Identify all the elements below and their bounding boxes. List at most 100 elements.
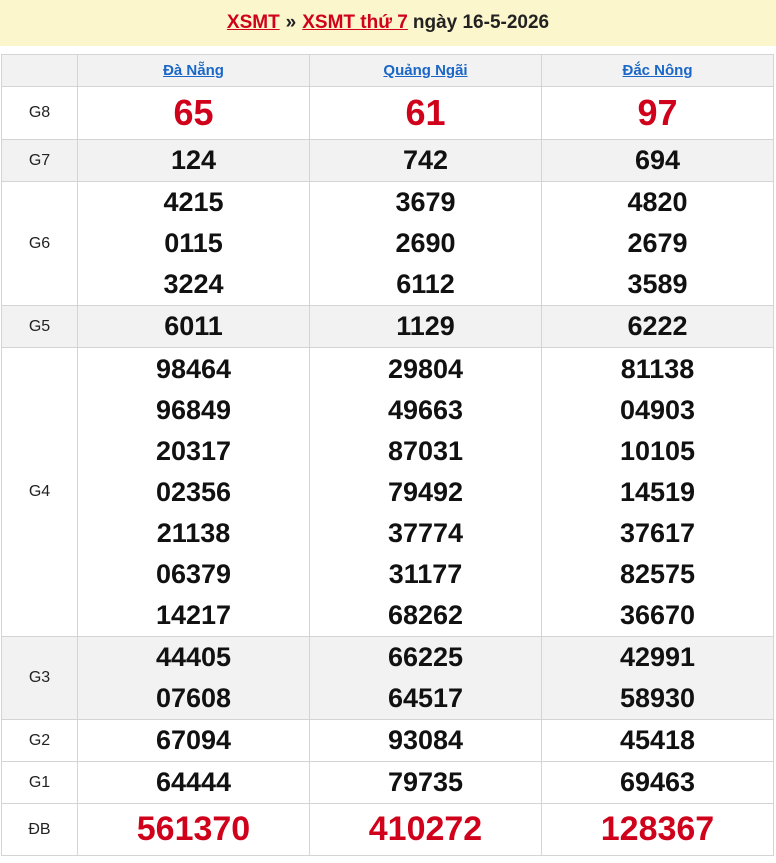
prize-cell: 42991 58930 [541,636,774,720]
prize-cell: 45418 [541,719,774,762]
xsmt-link[interactable]: XSMT [227,12,280,34]
xsmt-day-link[interactable]: XSMT thứ 7 [302,12,408,34]
winning-number: 1129 [396,311,455,341]
winning-number: 79492 [387,476,464,507]
prize-cell: 128367 [541,803,774,856]
prize-row-g2: G2 67094 93084 45418 [1,719,774,762]
winning-number: 21138 [156,517,231,548]
winning-number: 29804 [387,353,464,384]
prize-cell: 1129 [309,305,542,348]
winning-number: 97 [637,92,678,133]
winning-number: 410272 [368,810,483,848]
province-link-quang-ngai[interactable]: Quảng Ngãi [383,62,467,79]
province-header-0: Đà Nẵng [77,54,310,87]
header-corner [1,54,78,87]
winning-number: 45418 [619,725,696,755]
winning-number: 31177 [388,558,463,589]
winning-number: 2679 [627,228,688,258]
winning-number: 68262 [387,599,464,630]
winning-number: 98464 [155,353,232,384]
winning-number: 06379 [155,558,232,589]
winning-number: 6222 [627,311,688,341]
province-header-1: Quảng Ngãi [309,54,542,87]
winning-number: 82575 [619,558,696,589]
province-link-dac-nong[interactable]: Đắc Nông [622,62,692,79]
prize-cell: 6011 [77,305,310,348]
draw-date: ngày 16-5-2026 [412,12,550,33]
winning-number: 0115 [164,228,223,258]
breadcrumb-separator: » [285,12,297,33]
prize-label: G6 [1,181,78,306]
winning-number: 124 [170,145,217,175]
winning-number: 61 [405,92,446,133]
prize-cell: 44405 07608 [77,636,310,720]
prize-cell: 69463 [541,761,774,804]
prize-row-g8: G8 65 61 97 [1,86,774,140]
winning-number: 67094 [155,725,232,755]
prize-cell: 3679 2690 6112 [309,181,542,306]
winning-number: 742 [402,145,449,175]
page-title-bar: XSMT » XSMT thứ 7 ngày 16-5-2026 [0,0,776,46]
winning-number: 87031 [387,435,464,466]
winning-number: 3224 [163,269,224,299]
prize-row-g7: G7 124 742 694 [1,139,774,182]
winning-number: 64444 [155,767,232,797]
prize-label: G4 [1,347,78,637]
prize-cell: 67094 [77,719,310,762]
prize-label: G2 [1,719,78,762]
winning-number: 128367 [600,810,715,848]
winning-number: 20317 [155,435,232,466]
winning-number: 66225 [387,642,464,672]
winning-number: 93084 [387,725,464,755]
winning-number: 69463 [619,767,696,797]
winning-number: 10105 [619,435,696,466]
prize-row-g5: G5 6011 1129 6222 [1,305,774,348]
winning-number: 6112 [396,269,455,299]
winning-number: 37774 [387,517,464,548]
winning-number: 4820 [627,187,688,217]
prize-cell: 97 [541,86,774,140]
winning-number: 96849 [155,394,232,425]
winning-number: 6011 [164,311,223,341]
prize-cell: 93084 [309,719,542,762]
prize-cell: 61 [309,86,542,140]
winning-number: 64517 [387,683,464,713]
winning-number: 694 [634,145,681,175]
winning-number: 04903 [619,394,696,425]
prize-label: ĐB [1,803,78,856]
prize-cell: 79735 [309,761,542,804]
winning-number: 14519 [619,476,696,507]
prize-cell: 4820 2679 3589 [541,181,774,306]
winning-number: 37617 [619,517,696,548]
winning-number: 07608 [155,683,232,713]
prize-cell: 98464 96849 20317 02356 21138 06379 14217 [77,347,310,637]
winning-number: 44405 [155,642,232,672]
prize-cell: 742 [309,139,542,182]
province-link-da-nang[interactable]: Đà Nẵng [163,62,224,79]
prize-cell: 694 [541,139,774,182]
winning-number: 14217 [155,599,232,630]
prize-cell: 124 [77,139,310,182]
results-table: Đà Nẵng Quảng Ngãi Đắc Nông G8 65 61 97 G7 12… [1,54,774,856]
prize-cell: 81138 04903 10105 14519 37617 82575 36670 [541,347,774,637]
winning-number: 561370 [136,810,251,848]
prize-cell: 4215 0115 3224 [77,181,310,306]
winning-number: 3589 [627,269,688,299]
winning-number: 42991 [619,642,696,672]
prize-label: G5 [1,305,78,348]
winning-number: 58930 [619,683,696,713]
prize-cell: 66225 64517 [309,636,542,720]
prize-rows: G8 65 61 97 G7 124 742 694 G6 4215 0115 3224 3679 269… [1,86,774,856]
province-header-row: Đà Nẵng Quảng Ngãi Đắc Nông [1,54,774,87]
prize-cell: 6222 [541,305,774,348]
prize-label: G8 [1,86,78,140]
winning-number: 36670 [619,599,696,630]
prize-row-g3: G3 44405 07608 66225 64517 42991 58930 [1,636,774,720]
prize-row-g6: G6 4215 0115 3224 3679 2690 6112 4820 2679 3589 [1,181,774,306]
prize-cell: 410272 [309,803,542,856]
winning-number: 81138 [620,353,695,384]
prize-row-g1: G1 64444 79735 69463 [1,761,774,804]
prize-label: G3 [1,636,78,720]
prize-cell: 561370 [77,803,310,856]
prize-label: G1 [1,761,78,804]
